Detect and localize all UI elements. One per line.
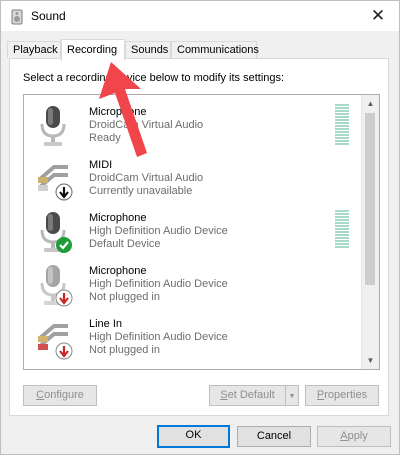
tab-communications[interactable]: Communications	[171, 41, 259, 58]
tab-label: Playback	[13, 44, 58, 56]
microphone-icon	[40, 212, 72, 253]
button-label: onfigure	[44, 389, 84, 401]
scroll-down-icon[interactable]: ▼	[362, 352, 379, 369]
button-label: Cancel	[256, 430, 292, 442]
list-item[interactable]: Microphone High Definition Audio Device …	[24, 204, 360, 257]
device-name: Microphone	[89, 265, 147, 277]
scroll-thumb[interactable]	[365, 113, 375, 285]
button-label: pply	[347, 430, 368, 442]
level-meter	[335, 210, 349, 249]
device-name: Line In	[89, 318, 123, 330]
tab-sounds[interactable]: Sounds	[125, 41, 171, 58]
device-driver: High Definition Audio Device	[89, 225, 228, 237]
set-default-dropdown[interactable]: ▼	[285, 385, 299, 406]
button-label: OK	[185, 429, 202, 441]
device-text: Microphone High Definition Audio Device …	[89, 212, 228, 251]
device-driver: High Definition Audio Device	[89, 331, 228, 343]
button-label: roperties	[324, 389, 368, 401]
tab-label: Sounds	[131, 44, 169, 56]
level-meter	[335, 104, 349, 146]
speaker-icon	[11, 9, 23, 25]
device-driver: DroidCam Virtual Audio	[89, 172, 204, 184]
set-default-button[interactable]: Set Default	[209, 385, 285, 406]
apply-button[interactable]: Apply	[317, 426, 391, 447]
line-in-icon	[38, 165, 73, 201]
line-in-icon	[38, 324, 73, 360]
list-item[interactable]: MIDI DroidCam Virtual Audio Currently un…	[24, 151, 360, 204]
close-button[interactable]: ✕	[363, 3, 393, 29]
button-mnemonic: A	[340, 430, 348, 442]
device-list[interactable]: Microphone DroidCam Virtual Audio Ready …	[23, 94, 380, 370]
ok-button[interactable]: OK	[157, 425, 230, 448]
tab-label: Communications	[177, 44, 259, 56]
configure-button[interactable]: Configure	[23, 385, 97, 406]
device-text: MIDI DroidCam Virtual Audio Currently un…	[89, 159, 203, 198]
device-status: Currently unavailable	[89, 185, 193, 197]
tab-recording[interactable]: Recording	[61, 39, 125, 61]
title-bar: Sound ✕	[1, 1, 399, 31]
close-icon: ✕	[370, 6, 386, 25]
device-driver: High Definition Audio Device	[89, 278, 228, 290]
properties-button[interactable]: Properties	[305, 385, 379, 406]
device-text: Line In High Definition Audio Device Not…	[89, 318, 228, 357]
microphone-icon	[40, 106, 66, 146]
tab-playback[interactable]: Playback	[7, 41, 61, 58]
tab-strip: Playback Recording Sounds Communications	[1, 31, 399, 61]
cancel-button[interactable]: Cancel	[237, 426, 311, 447]
sound-dialog: Sound ✕ Playback Recording Sounds Commun…	[0, 0, 400, 455]
device-status: Not plugged in	[89, 344, 160, 356]
tab-label: Recording	[67, 44, 118, 56]
list-item[interactable]: Line In High Definition Audio Device Not…	[24, 310, 360, 363]
device-text: Microphone High Definition Audio Device …	[89, 265, 228, 304]
device-name: Microphone	[89, 212, 147, 224]
button-mnemonic: C	[36, 389, 45, 401]
list-item[interactable]: Microphone DroidCam Virtual Audio Ready	[24, 98, 360, 151]
button-label: et Default	[227, 389, 275, 401]
window-title: Sound	[31, 9, 66, 23]
chevron-down-icon: ▼	[288, 393, 296, 400]
annotation-arrow-icon	[99, 62, 147, 157]
microphone-icon	[40, 265, 73, 307]
device-status: Not plugged in	[89, 291, 160, 303]
device-status: Default Device	[89, 238, 161, 250]
scroll-up-icon[interactable]: ▲	[362, 95, 379, 112]
button-mnemonic: S	[220, 389, 228, 401]
vertical-scrollbar[interactable]: ▲ ▼	[361, 95, 379, 369]
list-item[interactable]: Microphone High Definition Audio Device …	[24, 257, 360, 310]
